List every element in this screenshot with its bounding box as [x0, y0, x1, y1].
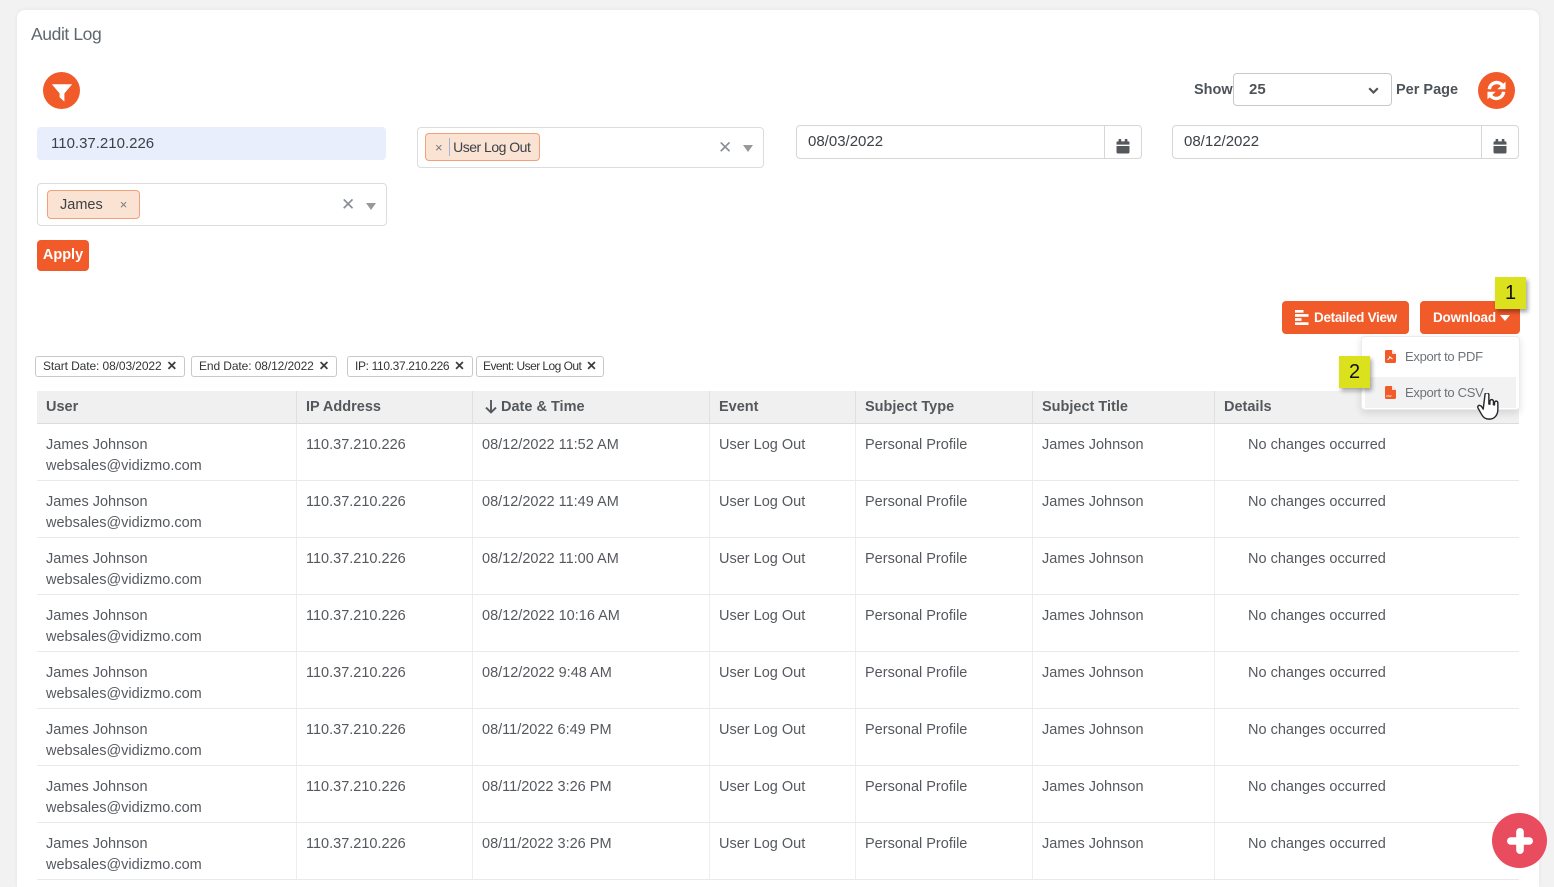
svg-text:csv: csv	[1386, 394, 1392, 398]
